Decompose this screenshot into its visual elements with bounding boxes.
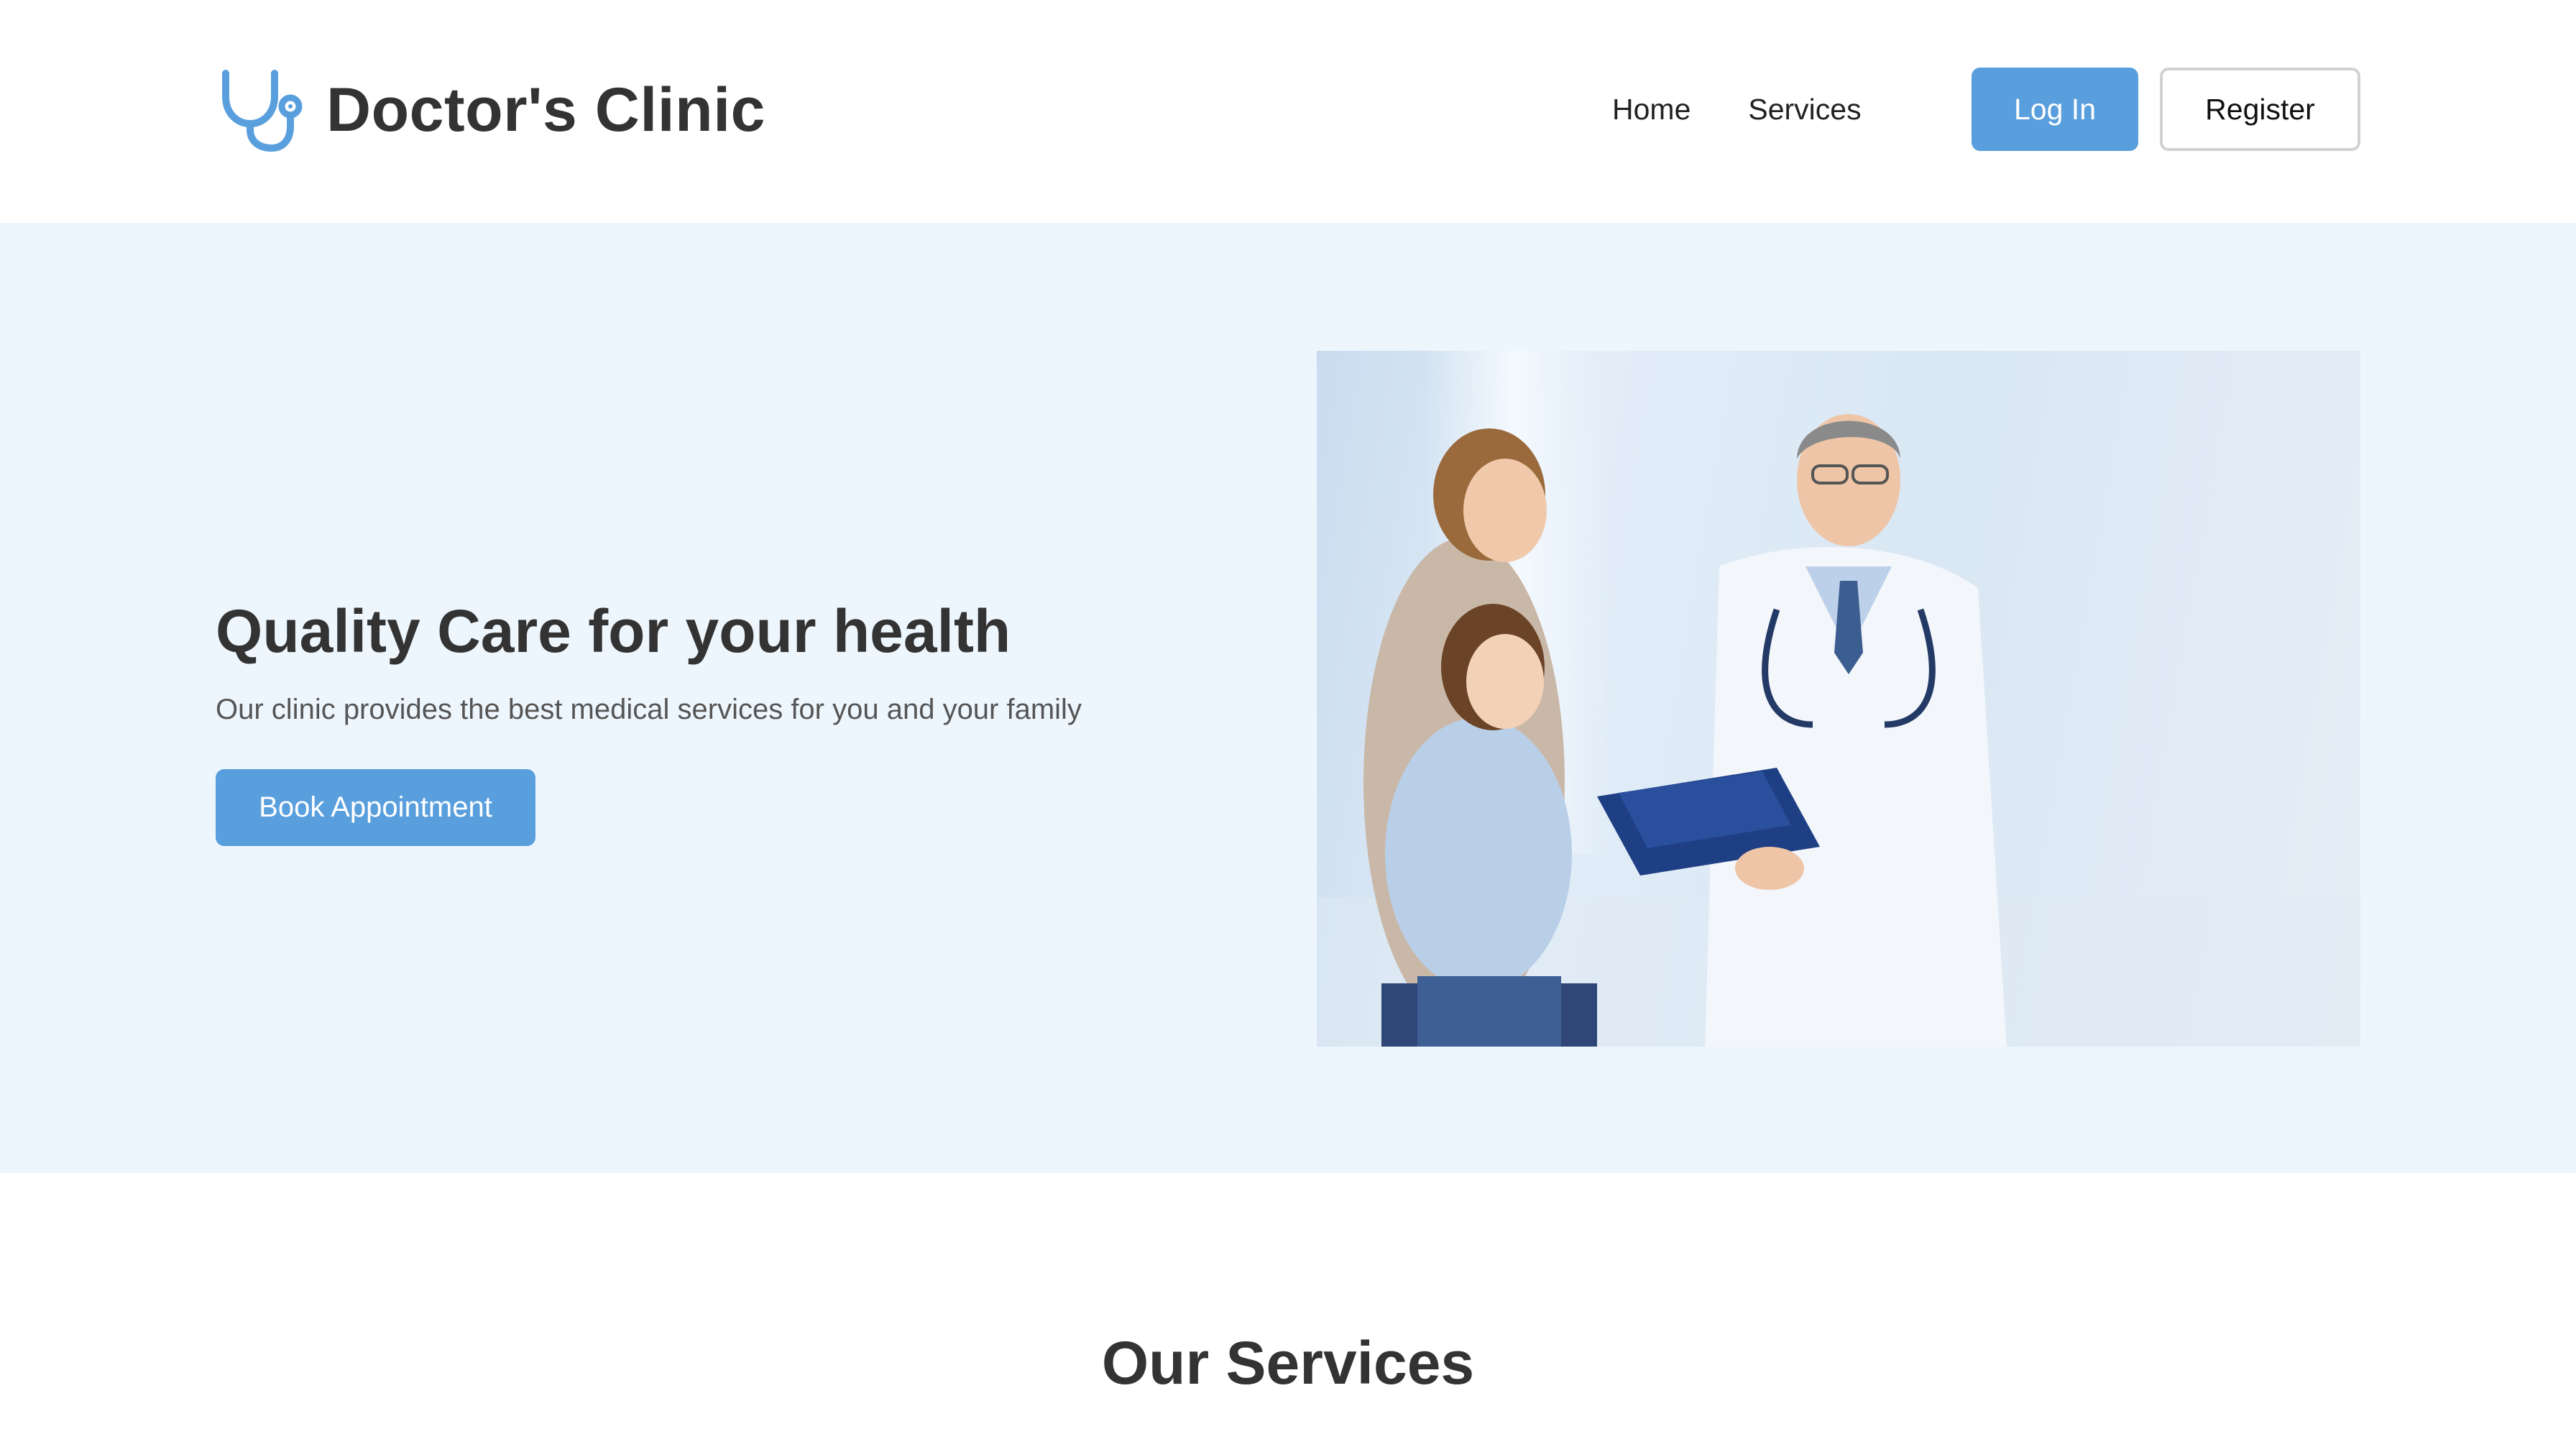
site-header: Doctor's Clinic Home Services Log In Reg… [0, 0, 2576, 223]
nav-home-link[interactable]: Home [1612, 93, 1690, 127]
services-title: Our Services [1101, 1329, 1475, 1397]
hero-subtitle: Our clinic provides the best medical ser… [216, 694, 1082, 725]
site-title: Doctor's Clinic [326, 75, 765, 144]
book-appointment-button[interactable]: Book Appointment [216, 769, 535, 846]
stethoscope-icon [216, 68, 303, 152]
brand[interactable]: Doctor's Clinic [216, 63, 765, 157]
hero-title: Quality Care for your health [216, 597, 1011, 665]
login-button[interactable]: Log In [1972, 68, 2138, 151]
register-button[interactable]: Register [2160, 68, 2360, 151]
main-nav: Home Services [1612, 79, 1919, 139]
nav-services-link[interactable]: Services [1748, 93, 1861, 127]
hero-illustration [1317, 351, 2360, 1047]
hero-image [1317, 351, 2360, 1047]
hero-section: Quality Care for your health Our clinic … [0, 223, 2576, 1173]
